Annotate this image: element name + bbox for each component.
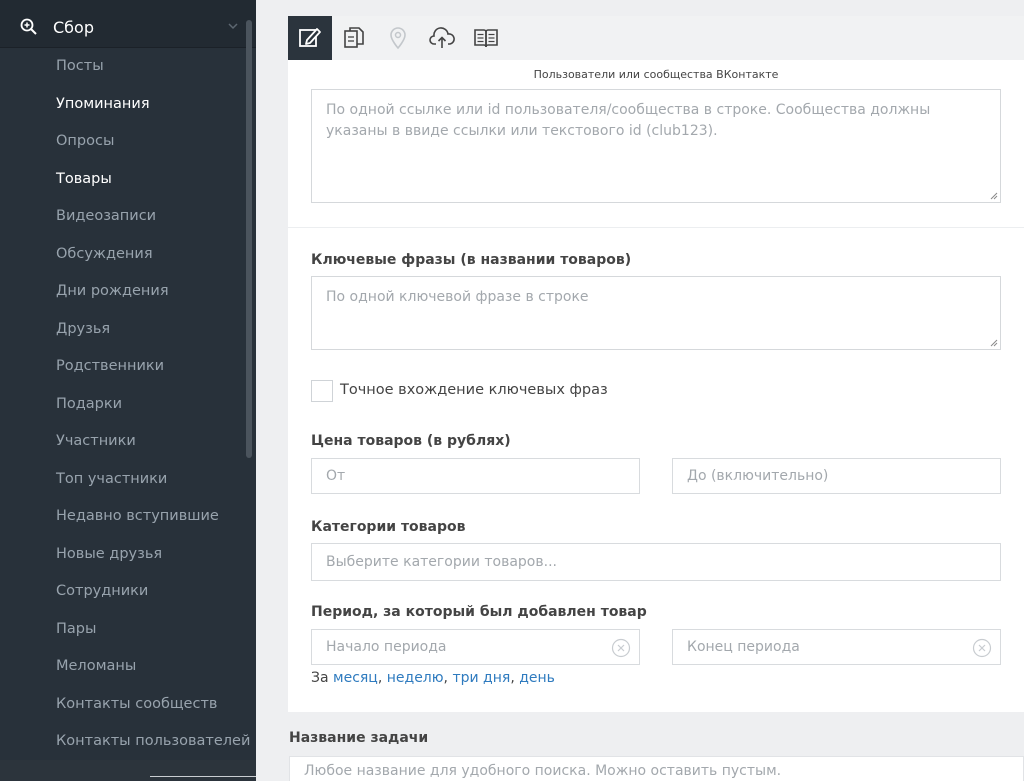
sidebar-bottom-fade (0, 760, 256, 781)
sidebar-item[interactable]: Товары (56, 171, 112, 187)
keywords-label: Ключевые фразы (в названии товаров) (311, 252, 632, 268)
exact-match-checkbox[interactable] (311, 380, 333, 402)
copy-icon (344, 27, 364, 48)
period-link-week[interactable]: неделю (387, 670, 444, 686)
categories-placeholder: Выберите категории товаров... (326, 554, 557, 570)
sidebar-item[interactable]: Дни рождения (56, 283, 169, 299)
task-name-label: Название задачи (289, 730, 429, 746)
sidebar-item[interactable]: Опросы (56, 133, 114, 149)
sidebar-section-title: Сбор (53, 18, 94, 37)
location-pin-icon (390, 27, 406, 50)
location-tab-button[interactable] (376, 16, 420, 60)
period-start-placeholder: Начало периода (326, 639, 447, 655)
clear-icon[interactable] (611, 638, 631, 658)
period-start-input[interactable]: Начало периода (311, 629, 640, 665)
book-icon (474, 29, 498, 48)
sidebar-item[interactable]: Подарки (56, 396, 122, 412)
period-prefix: За (311, 670, 329, 686)
sidebar-item[interactable]: Участники (56, 433, 136, 449)
sidebar-item[interactable]: Обсуждения (56, 246, 153, 262)
users-caption: Пользователи или сообщества ВКонтакте (533, 68, 779, 81)
sidebar-item[interactable]: Посты (56, 58, 104, 74)
edit-icon (299, 28, 321, 47)
period-quick-links: За месяц, неделю, три дня, день (311, 670, 555, 686)
guide-tab-button[interactable] (464, 16, 508, 60)
users-textarea[interactable]: По одной ссылке или id пользователя/сооб… (311, 89, 1001, 203)
sidebar-item[interactable]: Видеозаписи (56, 208, 156, 224)
sidebar-item[interactable]: Контакты сообществ (56, 696, 217, 712)
period-link-day[interactable]: день (519, 670, 555, 686)
sidebar-item[interactable]: Новые друзья (56, 546, 162, 562)
resize-grip-icon[interactable] (990, 192, 998, 200)
sidebar-item[interactable]: Контакты пользователей (56, 733, 250, 749)
resize-grip-icon[interactable] (990, 339, 998, 347)
copy-tab-button[interactable] (332, 16, 376, 60)
categories-select[interactable]: Выберите категории товаров... (311, 543, 1001, 581)
price-to-input[interactable]: До (включительно) (672, 458, 1001, 494)
price-from-input[interactable]: От (311, 458, 640, 494)
sidebar-item[interactable]: Пары (56, 621, 96, 637)
keywords-placeholder: По одной ключевой фразе в строке (326, 289, 589, 305)
sidebar-scrollbar[interactable] (246, 20, 252, 458)
sidebar-item[interactable]: Топ участники (56, 471, 167, 487)
period-label: Период, за который был добавлен товар (311, 604, 647, 620)
exact-match-label: Точное вхождение ключевых фраз (340, 382, 608, 398)
edit-tab-button[interactable] (288, 16, 332, 60)
keywords-textarea[interactable]: По одной ключевой фразе в строке (311, 276, 1001, 350)
price-from-placeholder: От (326, 468, 346, 484)
period-end-placeholder: Конец периода (687, 639, 800, 655)
categories-label: Категории товаров (311, 519, 466, 535)
sidebar-item[interactable]: Сотрудники (56, 583, 148, 599)
sidebar-item[interactable]: Упоминания (56, 96, 150, 112)
price-label: Цена товаров (в рублях) (311, 433, 511, 449)
period-end-input[interactable]: Конец периода (672, 629, 1001, 665)
zoom-in-icon (20, 18, 37, 35)
cloud-upload-icon (429, 27, 455, 48)
chevron-down-icon (228, 23, 238, 30)
period-link-month[interactable]: месяц (333, 670, 378, 686)
sidebar-item[interactable]: Родственники (56, 358, 164, 374)
task-name-placeholder: Любое название для удобного поиска. Можн… (304, 763, 782, 779)
task-name-input[interactable]: Любое название для удобного поиска. Можн… (289, 756, 1024, 781)
sidebar-section-header[interactable]: Сбор (0, 0, 256, 48)
sidebar-item[interactable]: Меломаны (56, 658, 136, 674)
section-divider (288, 227, 1024, 228)
form-toolbar (288, 16, 1024, 60)
divider (150, 776, 256, 777)
sidebar-item[interactable]: Недавно вступившие (56, 508, 219, 524)
sidebar: Сбор Посты Упоминания Опросы Товары Видеозап… (0, 0, 256, 781)
clear-icon[interactable] (972, 638, 992, 658)
price-to-placeholder: До (включительно) (687, 468, 829, 484)
sidebar-item[interactable]: Друзья (56, 321, 110, 337)
period-link-three-days[interactable]: три дня (452, 670, 510, 686)
users-placeholder: По одной ссылке или id пользователя/сооб… (326, 102, 931, 139)
upload-tab-button[interactable] (420, 16, 464, 60)
